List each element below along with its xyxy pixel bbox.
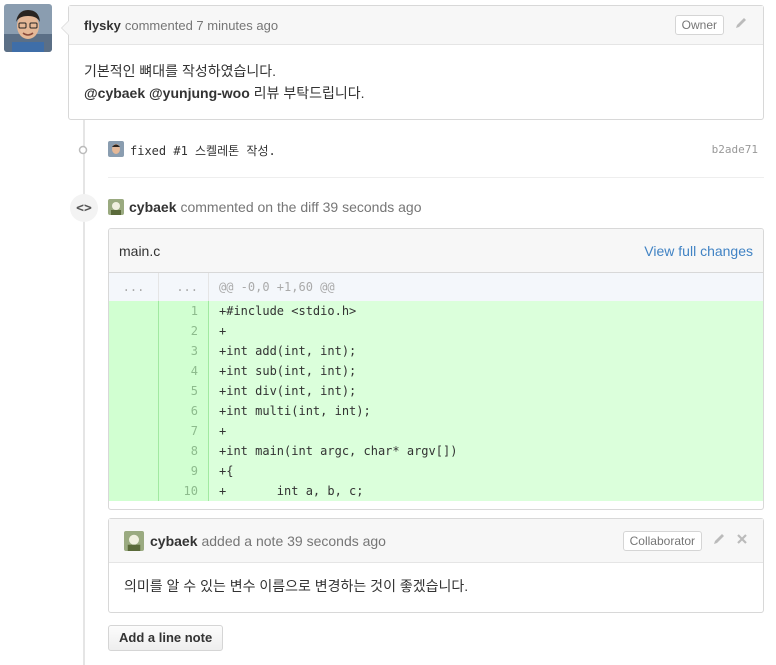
diff-line[interactable]: 6 +int multi(int, int); bbox=[109, 401, 763, 421]
code-line: +int multi(int, int); bbox=[219, 404, 371, 418]
close-icon[interactable] bbox=[736, 532, 748, 549]
add-line-note-button[interactable]: Add a line note bbox=[108, 625, 224, 651]
line-number[interactable]: 1 bbox=[159, 301, 209, 321]
diff-comment-author[interactable]: cybaek bbox=[129, 199, 176, 215]
diff-line[interactable]: 9 +{ bbox=[109, 461, 763, 481]
hunk-expand-right[interactable]: ... bbox=[159, 273, 209, 301]
pencil-icon[interactable] bbox=[712, 532, 726, 550]
diff-file-header: main.c View full changes bbox=[109, 229, 763, 273]
avatar-cybaek[interactable] bbox=[124, 530, 144, 551]
code-line: +int div(int, int); bbox=[219, 384, 357, 398]
mention-yunjung-woo[interactable]: @yunjung-woo bbox=[149, 85, 250, 101]
comment-meta[interactable]: commented 7 minutes ago bbox=[125, 18, 278, 33]
file-name: main.c bbox=[119, 242, 161, 259]
comment-body: 기본적인 뼈대를 작성하였습니다. @cybaek @yunjung-woo 리… bbox=[69, 45, 763, 119]
diff-line[interactable]: 4 +int sub(int, int); bbox=[109, 361, 763, 381]
diff-line[interactable]: 5 +int div(int, int); bbox=[109, 381, 763, 401]
diff-hunk-row: ... ... @@ -0,0 +1,60 @@ bbox=[109, 273, 763, 301]
line-number[interactable]: 3 bbox=[159, 341, 209, 361]
diff-line[interactable]: 1 +#include <stdio.h> bbox=[109, 301, 763, 321]
line-note: cybaek added a note 39 seconds ago Colla… bbox=[108, 518, 764, 613]
commit-icon bbox=[77, 144, 89, 156]
line-number[interactable]: 10 bbox=[159, 481, 209, 501]
commit-sha[interactable]: b2ade71 bbox=[712, 143, 758, 156]
line-number[interactable]: 5 bbox=[159, 381, 209, 401]
commit-message[interactable]: fixed #1 스켈레톤 작성. bbox=[130, 142, 276, 159]
commit-row: fixed #1 스켈레톤 작성. b2ade71 bbox=[68, 130, 764, 170]
code-line: +int sub(int, int); bbox=[219, 364, 357, 378]
view-full-changes-link[interactable]: View full changes bbox=[644, 243, 753, 259]
note-header: cybaek added a note 39 seconds ago Colla… bbox=[109, 519, 763, 563]
code-line: +#include <stdio.h> bbox=[219, 304, 357, 318]
code-line: +int main(int argc, char* argv[]) bbox=[219, 444, 458, 458]
code-line: + bbox=[219, 424, 227, 438]
code-line: +int add(int, int); bbox=[219, 344, 357, 358]
owner-badge: Owner bbox=[674, 15, 724, 35]
diff-box: main.c View full changes ... ... @@ -0,0… bbox=[108, 228, 764, 510]
line-number[interactable]: 9 bbox=[159, 461, 209, 481]
avatar-flysky[interactable] bbox=[4, 4, 52, 52]
comment-body-line1: 기본적인 뼈대를 작성하였습니다. bbox=[84, 63, 276, 79]
diff-line[interactable]: 3 +int add(int, int); bbox=[109, 341, 763, 361]
hunk-expand-left[interactable]: ... bbox=[109, 273, 159, 301]
divider bbox=[108, 177, 764, 178]
comment-header: flysky commented 7 minutes ago Owner bbox=[69, 6, 763, 45]
pencil-icon[interactable] bbox=[734, 16, 748, 34]
line-number[interactable]: 8 bbox=[159, 441, 209, 461]
code-icon: <> bbox=[70, 194, 98, 222]
comment-author[interactable]: flysky bbox=[84, 18, 121, 33]
diff-line[interactable]: 7 + bbox=[109, 421, 763, 441]
note-meta[interactable]: added a note 39 seconds ago bbox=[201, 533, 386, 549]
code-line: + int a, b, c; bbox=[219, 484, 364, 498]
comment-body-line2: 리뷰 부탁드립니다. bbox=[249, 85, 365, 101]
line-number[interactable]: 2 bbox=[159, 321, 209, 341]
avatar-cybaek[interactable] bbox=[108, 199, 124, 215]
diff-comment-title: cybaek commented on the diff 39 seconds … bbox=[108, 199, 422, 215]
collaborator-badge: Collaborator bbox=[622, 530, 702, 551]
note-author[interactable]: cybaek bbox=[150, 533, 197, 549]
code-line: +{ bbox=[219, 464, 234, 478]
note-body: 의미를 알 수 있는 변수 이름으로 변경하는 것이 좋겠습니다. bbox=[124, 578, 469, 594]
comment-flysky: flysky commented 7 minutes ago Owner 기본적… bbox=[61, 5, 764, 120]
diff-line[interactable]: 2 + bbox=[109, 321, 763, 341]
hunk-header: @@ -0,0 +1,60 @@ bbox=[219, 280, 335, 294]
commit-author-avatar[interactable] bbox=[108, 141, 124, 157]
diff-line[interactable]: 10 + int a, b, c; bbox=[109, 481, 763, 501]
line-number[interactable]: 7 bbox=[159, 421, 209, 441]
diff-comment-meta[interactable]: commented on the diff 39 seconds ago bbox=[180, 199, 421, 215]
code-line: + bbox=[219, 324, 227, 338]
line-number[interactable]: 4 bbox=[159, 361, 209, 381]
diff-line[interactable]: 8 +int main(int argc, char* argv[]) bbox=[109, 441, 763, 461]
line-number[interactable]: 6 bbox=[159, 401, 209, 421]
mention-cybaek[interactable]: @cybaek bbox=[84, 85, 145, 101]
